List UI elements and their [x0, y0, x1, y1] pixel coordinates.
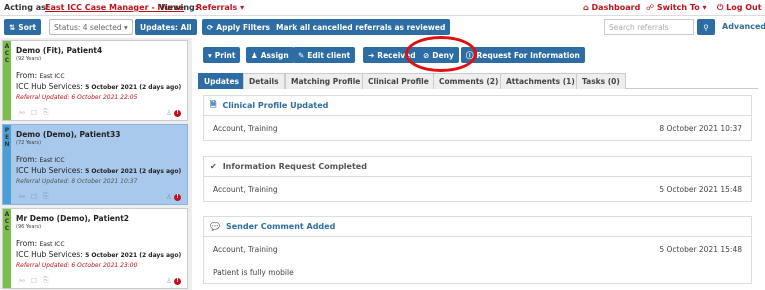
tab-attachments[interactable]: Attachments (1)	[500, 73, 581, 89]
hub-services: ICC Hub Services: 5 October 2021 (2 days…	[16, 82, 182, 91]
update-author: Account, Training	[213, 123, 278, 133]
alert-icon: !	[174, 110, 181, 117]
hub-services: ICC Hub Services: 5 October 2021 (2 days…	[16, 166, 182, 175]
tab-tasks[interactable]: Tasks (0)	[576, 73, 626, 89]
alert-icon: !	[174, 278, 181, 285]
detail-tabs: Updates Details Matching Profile Clinica…	[198, 73, 758, 89]
patient-name: Demo (Demo), Patient33	[16, 130, 121, 139]
status-strip: PEN	[3, 125, 11, 204]
viewing-label: Viewing:	[159, 3, 198, 12]
referral-updated: Referral Updated: 8 October 2021 10:37	[16, 178, 138, 185]
patient-name: Mr Demo (Demo), Patient2	[16, 214, 130, 223]
comment-icon: ☐	[31, 109, 38, 117]
document-icon: 🗎	[210, 99, 217, 109]
acting-as-label: Acting as:	[4, 3, 50, 12]
user-icon: ♟	[251, 50, 258, 60]
advanced-search-link[interactable]: Advanced	[722, 22, 765, 31]
patient-age: (72 Years)	[16, 140, 42, 146]
update-date: 5 October 2021 15:48	[659, 244, 742, 254]
toolbar: ⇅ Sort Status: 4 selected ▾ Updates: All …	[0, 16, 765, 38]
sort-icon: ⇅	[9, 22, 16, 32]
mark-cancelled-reviewed-button[interactable]: Mark all cancelled referrals as reviewed	[271, 19, 451, 35]
tab-updates[interactable]: Updates	[198, 73, 246, 89]
update-author: Account, Training	[213, 184, 278, 194]
patient-age: (92 Years)	[16, 56, 42, 62]
tab-clinical-profile[interactable]: Clinical Profile	[362, 73, 435, 89]
user-icon: ♙	[165, 277, 172, 285]
comment-icon: ☐	[31, 277, 38, 285]
viewing-dropdown[interactable]: Referrals ▾	[196, 3, 244, 12]
check-icon: ✔	[210, 162, 217, 171]
attachment-icon: ⎘	[43, 108, 49, 116]
update-entry: ✔ Information Request Completed Account, …	[203, 156, 752, 202]
attachment-icon: ⎘	[43, 192, 49, 200]
status-select[interactable]: Status: 4 selected ▾	[49, 19, 133, 35]
top-bar: Acting as: East ICC Case Manager - Nurse…	[0, 0, 765, 16]
highlight-circle-annotation	[405, 36, 477, 72]
sort-button[interactable]: ⇅ Sort	[4, 19, 41, 35]
referral-card[interactable]: ACC Mr Demo (Demo), Patient2 (96 Years) …	[2, 208, 188, 289]
user-icon: ♙	[165, 109, 172, 117]
referral-card-selected[interactable]: PEN Demo (Demo), Patient33 (72 Years) Fr…	[2, 124, 188, 205]
tab-comments[interactable]: Comments (2)	[433, 73, 505, 89]
assign-button[interactable]: ♟ Assign	[246, 47, 294, 63]
referral-list: ACC Demo (Fit), Patient4 (92 Years) From…	[0, 38, 192, 290]
comment-icon: ☐	[31, 193, 38, 201]
tab-details[interactable]: Details	[243, 73, 285, 89]
attachment-icon: ⎘	[43, 276, 49, 284]
update-header: 🗎 Clinical Profile Updated	[204, 96, 751, 116]
edit-client-button[interactable]: ✎ Edit client	[293, 47, 356, 63]
update-header: 💬 Sender Comment Added	[204, 217, 751, 237]
update-header: ✔ Information Request Completed	[204, 157, 751, 177]
referral-from: From: East ICC	[16, 71, 65, 80]
status-strip: ACC	[3, 209, 11, 288]
referral-updated: Referral Updated: 6 October 2021 22:05	[16, 94, 138, 101]
refresh-icon: ⟳	[207, 22, 214, 32]
search-button[interactable]: ⚲	[697, 19, 715, 35]
arrow-right-circle-icon: ➔	[368, 50, 375, 60]
alert-icon: !	[174, 194, 181, 201]
update-author: Account, Training	[213, 244, 278, 254]
referral-card[interactable]: ACC Demo (Fit), Patient4 (92 Years) From…	[2, 40, 188, 121]
link-icon: ⚯	[19, 277, 25, 285]
print-button[interactable]: ▾ Print	[203, 47, 241, 63]
updates-filter-button[interactable]: Updates: All	[135, 19, 197, 35]
dashboard-icon: ⌂	[583, 3, 589, 12]
log-out-link[interactable]: ⏻ Log Out	[717, 3, 762, 13]
patient-age: (96 Years)	[16, 224, 42, 230]
referral-updated: Referral Updated: 6 October 2021 23:00	[16, 262, 138, 269]
hub-services: ICC Hub Services: 5 October 2021 (2 days…	[16, 250, 182, 259]
patient-name: Demo (Fit), Patient4	[16, 46, 103, 55]
power-icon: ⏻	[717, 3, 724, 12]
pencil-icon: ✎	[298, 50, 305, 60]
link-icon: ⚯	[19, 109, 25, 117]
dashboard-link[interactable]: ⌂ Dashboard	[583, 3, 640, 12]
referral-from: From: East ICC	[16, 239, 65, 248]
apply-filters-button[interactable]: ⟳ Apply Filters	[202, 19, 276, 35]
switch-to-dropdown[interactable]: ☍ Switch To ▾	[646, 3, 707, 12]
users-icon: ☍	[646, 3, 655, 12]
user-icon: ♙	[165, 193, 172, 201]
comment-text: Patient is fully mobile	[213, 267, 294, 277]
search-input[interactable]: Search referrals	[604, 19, 694, 35]
search-icon: ⚲	[703, 22, 709, 32]
update-date: 8 October 2021 10:37	[659, 123, 742, 133]
status-strip: ACC	[3, 41, 11, 120]
update-date: 5 October 2021 15:48	[659, 184, 742, 194]
comment-icon: 💬	[210, 222, 220, 231]
request-information-button[interactable]: ⓘ Request For Information	[461, 47, 585, 63]
tab-matching-profile[interactable]: Matching Profile	[285, 73, 367, 89]
link-icon: ⚯	[19, 193, 25, 201]
update-entry: 💬 Sender Comment Added Account, Training …	[203, 216, 752, 284]
update-entry: 🗎 Clinical Profile Updated Account, Train…	[203, 95, 752, 141]
referral-from: From: East ICC	[16, 155, 65, 164]
